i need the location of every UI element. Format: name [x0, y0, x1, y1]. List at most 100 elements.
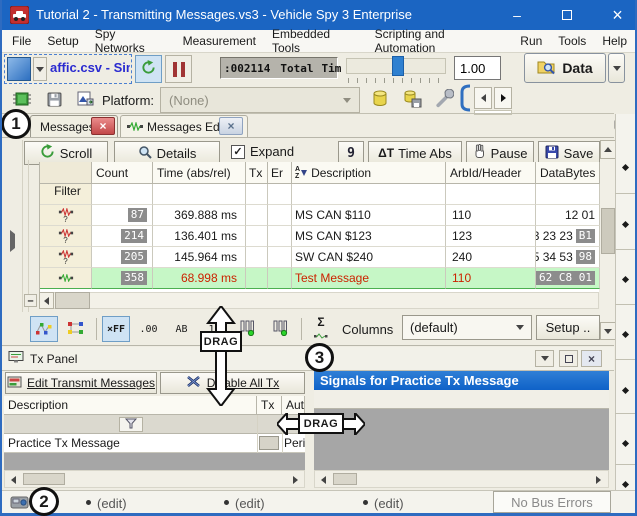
col-er[interactable]: Er — [268, 162, 292, 184]
arrow-left-icon[interactable] — [321, 476, 326, 484]
scroll-down-button[interactable] — [600, 322, 616, 340]
vspy-mode-dropdown[interactable] — [33, 57, 47, 81]
annotation-circle-1: 1 — [1, 109, 31, 139]
menu-setup[interactable]: Setup — [39, 34, 86, 48]
slider-thumb[interactable] — [392, 56, 404, 76]
arbid-format-button-2[interactable] — [266, 316, 294, 342]
signal-unknown-icon: ? — [40, 247, 92, 268]
menu-measurement[interactable]: Measurement — [175, 34, 264, 48]
minimize-button[interactable]: – — [500, 0, 534, 30]
arrow-left-icon[interactable] — [11, 476, 16, 484]
tx-panel-maximize-button[interactable] — [559, 350, 578, 367]
window-title: Tutorial 2 - Transmitting Messages.vs3 -… — [36, 7, 412, 22]
database-save-button[interactable] — [398, 86, 426, 113]
tab-messages-editor-close-button[interactable]: × — [219, 117, 243, 135]
col-description[interactable]: AZ Description — [292, 162, 446, 184]
signal-view-button[interactable] — [30, 316, 58, 342]
slider-ticks — [348, 78, 446, 83]
status-edit-2[interactable]: (edit) — [235, 496, 265, 511]
details-label: Details — [157, 146, 197, 161]
col-tx[interactable]: Tx — [246, 162, 268, 184]
v-scrollbar-thumb[interactable] — [601, 208, 615, 254]
signals-scroll-thumb[interactable] — [333, 473, 357, 485]
filter-funnel-button[interactable] — [119, 417, 143, 432]
menu-bar: File Setup Spy Networks Measurement Embe… — [2, 30, 635, 53]
h-scrollbar-thumb[interactable] — [55, 292, 90, 309]
col-arbid[interactable]: ArbId/Header — [446, 162, 536, 184]
menu-file[interactable]: File — [4, 34, 39, 48]
device-icon[interactable] — [10, 494, 29, 512]
tab-messages-label: Messages — [40, 120, 95, 134]
tab-messages-close-button[interactable]: × — [91, 117, 115, 135]
status-edit-3[interactable]: (edit) — [374, 496, 404, 511]
data-button[interactable]: Data — [524, 53, 606, 83]
disable-x-icon — [186, 375, 201, 391]
open-file-label[interactable]: affic.csv - Sim — [50, 60, 130, 78]
signal-unknown-icon: ? — [40, 205, 92, 226]
maximize-button[interactable] — [550, 0, 584, 30]
sigma-signal-icon — [314, 328, 328, 342]
col-icon[interactable] — [40, 162, 92, 184]
ascii-format-button[interactable]: AB — [168, 316, 195, 342]
arrow-right-icon[interactable] — [293, 476, 298, 484]
status-edit-1[interactable]: (edit) — [97, 496, 127, 511]
refresh-button[interactable] — [135, 55, 162, 83]
playback-rate-input[interactable] — [454, 56, 501, 80]
menu-spy-networks[interactable]: Spy Networks — [87, 27, 175, 55]
arrow-right-icon[interactable] — [596, 476, 601, 484]
col-time[interactable]: Time (abs/rel) — [153, 162, 246, 184]
signals-h-scrollbar[interactable] — [314, 470, 609, 488]
options-wrench-button[interactable] — [430, 86, 458, 113]
menu-run[interactable]: Run — [512, 34, 550, 48]
collapse-button[interactable]: – — [24, 294, 37, 307]
count-badge: 358 — [121, 271, 147, 285]
edit-transmit-messages-button[interactable]: Edit Transmit Messages — [5, 372, 157, 394]
totals-button[interactable]: Σ — [307, 316, 335, 342]
message-row[interactable]: ? 214 136.401 ms MS CAN $123 123 23 23 2… — [40, 226, 600, 247]
menu-help[interactable]: Help — [594, 34, 635, 48]
platform-dropdown[interactable]: (None) — [160, 87, 360, 113]
network-view-button[interactable] — [62, 316, 90, 342]
tx-panel-close-button[interactable]: × — [581, 350, 602, 367]
menu-embedded-tools[interactable]: Embedded Tools — [264, 27, 367, 55]
bus-errors-label: No Bus Errors — [511, 495, 593, 510]
database-button[interactable] — [366, 86, 394, 113]
filter-row[interactable]: Filter — [40, 184, 600, 205]
chevron-down-icon — [516, 325, 524, 330]
page-prev-button[interactable] — [474, 87, 492, 109]
chevron-down-icon — [541, 356, 549, 361]
hex-format-button[interactable]: ×FF — [102, 316, 130, 342]
h-scrollbar[interactable] — [39, 292, 599, 309]
close-button[interactable]: × — [600, 0, 635, 30]
drag-label-vertical: DRAG — [200, 331, 242, 352]
menu-scripting-automation[interactable]: Scripting and Automation — [367, 27, 513, 55]
menu-tools[interactable]: Tools — [550, 34, 594, 48]
message-row[interactable]: ? 87 369.888 ms MS CAN $110 110 12 01 — [40, 205, 600, 226]
expand-checkbox[interactable]: ✓ Expand — [231, 144, 294, 159]
time-abs-label: Time Abs — [398, 146, 452, 161]
message-row-selected[interactable]: 358 68.998 ms Test Message 110 04 62 C8 … — [40, 268, 600, 289]
expand-rail-button[interactable] — [10, 234, 15, 248]
tx-message-row[interactable]: Practice Tx Message Periodic — [4, 434, 305, 453]
pause-playback-button[interactable] — [165, 55, 192, 83]
save-setup-button[interactable] — [42, 88, 67, 113]
scroll-up-button[interactable] — [600, 140, 616, 159]
columns-dropdown[interactable]: (default) — [402, 315, 532, 340]
columns-setup-button[interactable]: Setup .. — [536, 315, 600, 340]
table-header: Count Time (abs/rel) Tx Er AZ Descriptio… — [40, 162, 600, 184]
tx-panel-menu-button[interactable] — [535, 350, 554, 367]
page-next-button[interactable] — [494, 87, 512, 109]
message-row[interactable]: ? 205 145.964 ms SW CAN $240 240 45 34 5… — [40, 247, 600, 268]
scroll-left-button[interactable] — [39, 292, 54, 309]
tx-scroll-thumb[interactable] — [23, 473, 65, 485]
tx-filter-row[interactable] — [4, 415, 305, 434]
tx-toggle-button[interactable] — [259, 436, 279, 450]
vspy-mode-button[interactable] — [7, 57, 31, 81]
platform-setup-button[interactable] — [73, 88, 98, 113]
col-databytes[interactable]: DataBytes — [536, 162, 600, 184]
decimal-format-button[interactable]: .00 — [135, 316, 162, 342]
data-dropdown[interactable] — [608, 53, 625, 83]
tx-h-scrollbar[interactable] — [4, 470, 305, 488]
setup-label: Setup .. — [546, 320, 591, 335]
col-count[interactable]: Count — [92, 162, 153, 184]
